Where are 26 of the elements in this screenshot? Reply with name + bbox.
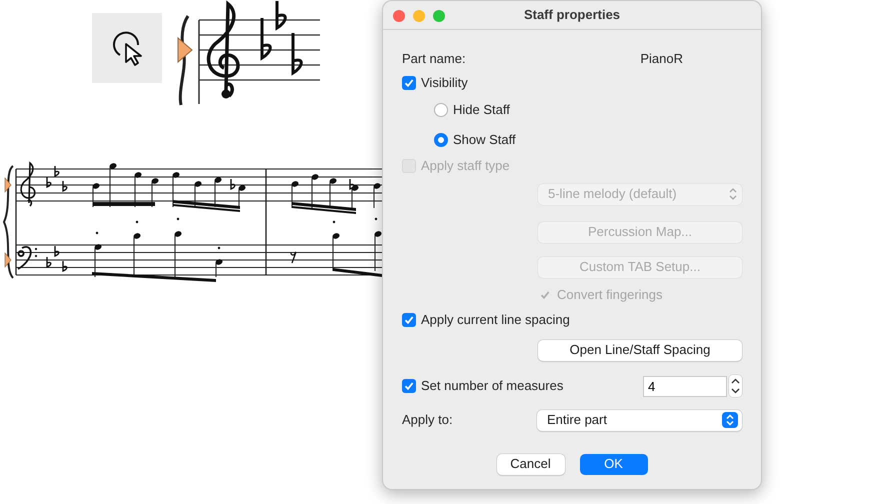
checkbox[interactable] bbox=[402, 76, 416, 90]
field-label: Apply to: bbox=[402, 411, 453, 430]
radio-label: Hide Staff bbox=[453, 101, 510, 120]
spacing-button[interactable]: Open Line/Staff Spacing bbox=[538, 340, 742, 360]
checkbox-label: Visibility bbox=[421, 74, 468, 92]
checkbox-label: Convert fingerings bbox=[557, 286, 662, 304]
number-field[interactable]: 4 bbox=[643, 376, 727, 396]
ok-button[interactable]: OK bbox=[580, 454, 648, 474]
apply-to-dropdown[interactable]: Entire part bbox=[537, 410, 742, 430]
window-title: Staff properties bbox=[524, 6, 620, 24]
updown-icon bbox=[722, 412, 738, 428]
radio-label: Show Staff bbox=[453, 131, 516, 150]
checkbox-label: Apply current line spacing bbox=[421, 311, 570, 330]
selection-tool-button[interactable] bbox=[92, 13, 162, 83]
stepper-button[interactable] bbox=[729, 375, 742, 397]
checkbox-label: Apply staff type bbox=[421, 157, 510, 176]
checkbox[interactable] bbox=[402, 379, 416, 393]
checkbox[interactable] bbox=[402, 313, 416, 327]
cancel-button[interactable]: Cancel bbox=[496, 454, 564, 474]
field-label: Part name: bbox=[402, 50, 466, 68]
radio-button[interactable] bbox=[434, 103, 448, 117]
part-name-value: PianoR bbox=[640, 50, 683, 68]
close-button[interactable] bbox=[393, 10, 405, 22]
radio-button[interactable] bbox=[434, 133, 448, 147]
checkbox-label: Set number of measures bbox=[421, 377, 564, 396]
updown-icon bbox=[728, 187, 738, 201]
